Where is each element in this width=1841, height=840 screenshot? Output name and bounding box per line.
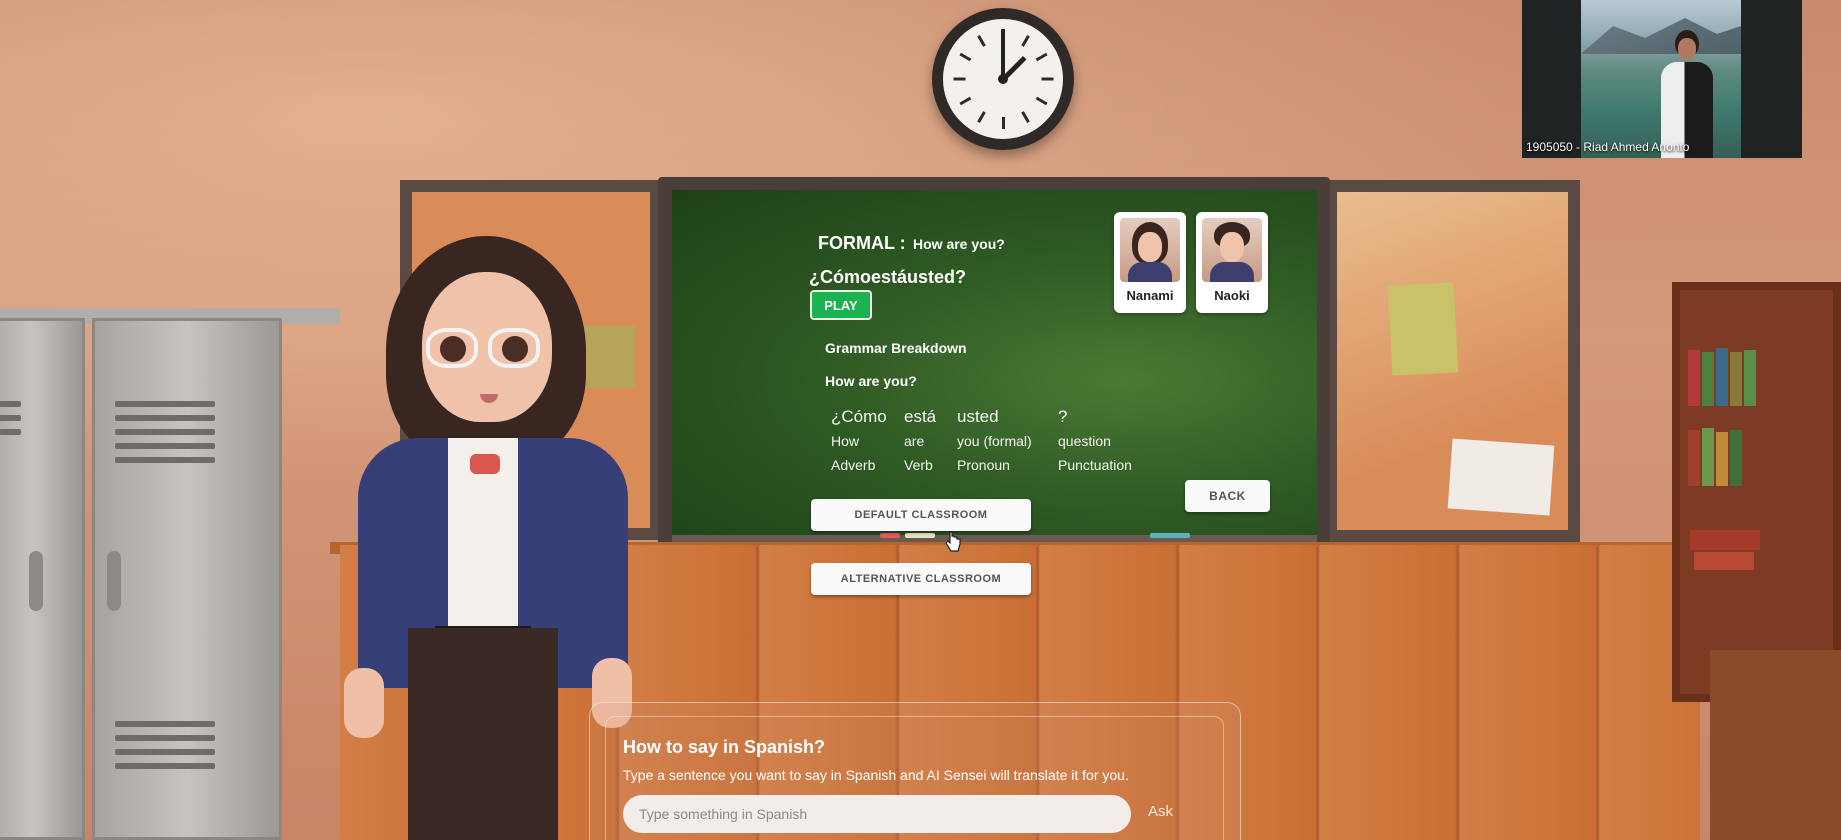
locker xyxy=(92,318,282,840)
breakdown-part: Pronoun xyxy=(957,457,1010,473)
play-audio-button[interactable]: PLAY xyxy=(810,290,872,320)
cabinet xyxy=(1710,650,1841,840)
chalk xyxy=(905,533,935,538)
webcam-overlay: 1905050 - Riad Ahmed Anonto xyxy=(1522,0,1802,158)
character-card-naoki[interactable]: Naoki xyxy=(1196,212,1268,313)
grammar-breakdown-title: Grammar Breakdown xyxy=(825,340,967,356)
pinned-note xyxy=(1447,438,1555,516)
breakdown-word: está xyxy=(904,407,937,426)
chalk xyxy=(880,533,900,538)
back-button[interactable]: BACK xyxy=(1185,480,1270,512)
translator-description: Type a sentence you want to say in Spani… xyxy=(623,767,1129,783)
character-name: Naoki xyxy=(1214,288,1250,303)
breakdown-meaning: are xyxy=(904,433,925,449)
character-portrait xyxy=(1202,218,1262,282)
locker xyxy=(0,318,85,840)
webcam-video xyxy=(1581,0,1741,158)
spanish-input[interactable] xyxy=(623,795,1131,833)
default-classroom-button[interactable]: DEFAULT CLASSROOM xyxy=(811,499,1031,531)
participant-name: 1905050 - Riad Ahmed Anonto xyxy=(1526,140,1690,154)
english-phrase: How are you? xyxy=(913,236,1005,252)
breakdown-word: usted xyxy=(957,407,999,426)
breakdown-part: Punctuation xyxy=(1058,457,1132,473)
breakdown-word: ¿Cómo xyxy=(831,407,887,426)
character-name: Nanami xyxy=(1126,288,1174,303)
breakdown-meaning: How xyxy=(831,433,860,449)
bookshelf xyxy=(1672,282,1841,702)
character-card-nanami[interactable]: Nanami xyxy=(1114,212,1186,313)
breakdown-column: ¿Cómo How Adverb xyxy=(831,407,887,481)
participant xyxy=(1657,30,1717,158)
breakdown-part: Adverb xyxy=(831,457,876,473)
spanish-phrase: ¿Cómoestáusted? xyxy=(809,267,967,287)
ask-button[interactable]: Ask xyxy=(1148,803,1173,820)
breakdown-column: usted you (formal) Pronoun xyxy=(957,407,1032,481)
alternative-classroom-button[interactable]: ALTERNATIVE CLASSROOM xyxy=(811,563,1031,595)
translator-title: How to say in Spanish? xyxy=(623,737,826,757)
breakdown-column: está are Verb xyxy=(904,407,936,481)
character-portrait xyxy=(1120,218,1180,282)
breakdown-column: ? question Punctuation xyxy=(1058,407,1132,481)
hand-cursor-icon xyxy=(945,531,961,552)
eraser xyxy=(1150,533,1190,538)
breakdown-meaning: you (formal) xyxy=(957,433,1032,449)
breakdown-word: ? xyxy=(1058,407,1068,426)
formal-label: FORMAL : xyxy=(818,233,906,253)
grammar-breakdown-sentence: How are you? xyxy=(825,373,917,389)
pinned-note xyxy=(1387,282,1459,376)
wall-clock xyxy=(932,8,1074,150)
breakdown-meaning: question xyxy=(1058,433,1111,449)
breakdown-part: Verb xyxy=(904,457,933,473)
